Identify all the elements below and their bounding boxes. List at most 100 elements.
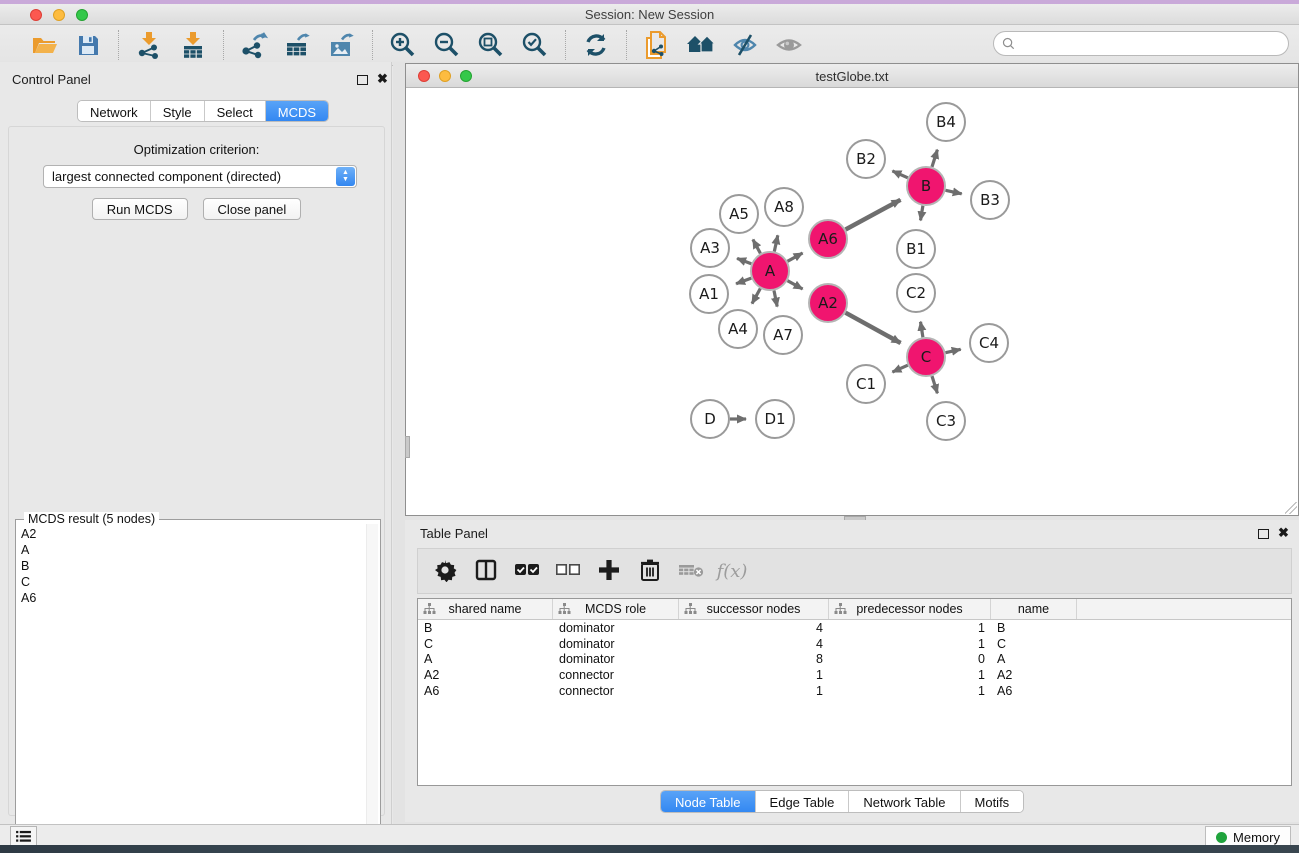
node-C1[interactable]: C1: [847, 365, 885, 403]
edge-B-B1[interactable]: [921, 206, 923, 221]
mcds-result-item[interactable]: A2: [19, 526, 364, 542]
export-table-button[interactable]: [280, 29, 316, 61]
node-D1[interactable]: D1: [756, 400, 794, 438]
hide-labels-button[interactable]: [727, 29, 763, 61]
tab-style[interactable]: Style: [151, 101, 205, 121]
mcds-result-item[interactable]: B: [19, 558, 364, 574]
network-canvas[interactable]: A5A8A6A3AA1A2A4A7B4B2BB3B1C2C4CC1C3DD1: [406, 89, 1298, 515]
node-B2[interactable]: B2: [847, 140, 885, 178]
edge-A2-C[interactable]: [846, 313, 901, 343]
tab-network[interactable]: Network: [78, 101, 151, 121]
function-builder-button[interactable]: f(x): [715, 554, 749, 588]
node-A[interactable]: A: [751, 252, 789, 290]
column-header-MCDS-role[interactable]: MCDS role: [553, 599, 679, 619]
edge-A-A8[interactable]: [774, 235, 778, 251]
run-mcds-button[interactable]: Run MCDS: [92, 198, 188, 220]
save-session-button[interactable]: [70, 29, 106, 61]
edge-A-A5[interactable]: [753, 240, 761, 254]
add-column-button[interactable]: [592, 554, 626, 588]
tab-motifs[interactable]: Motifs: [961, 791, 1024, 812]
search-input[interactable]: [1020, 36, 1288, 51]
select-all-button[interactable]: [510, 554, 544, 588]
delete-table-button[interactable]: [674, 554, 708, 588]
node-C[interactable]: C: [907, 338, 945, 376]
edge-A-A3[interactable]: [737, 258, 751, 263]
mcds-result-item[interactable]: C: [19, 574, 364, 590]
column-header-predecessor-nodes[interactable]: predecessor nodes: [829, 599, 991, 619]
deselect-all-button[interactable]: [551, 554, 585, 588]
edge-C-C1[interactable]: [892, 365, 907, 372]
control-panel-close-icon[interactable]: ✖: [377, 71, 388, 87]
table-panel-float-icon[interactable]: [1258, 529, 1269, 539]
node-B1[interactable]: B1: [897, 230, 935, 268]
show-graphics-button[interactable]: [771, 29, 807, 61]
edge-C-C2[interactable]: [921, 322, 923, 338]
refresh-button[interactable]: [578, 29, 614, 61]
node-A4[interactable]: A4: [719, 310, 757, 348]
divider-handle-vertical[interactable]: [405, 436, 410, 458]
node-A8[interactable]: A8: [765, 188, 803, 226]
task-history-button[interactable]: [10, 826, 37, 847]
node-A5[interactable]: A5: [720, 195, 758, 233]
gear-button[interactable]: [428, 554, 462, 588]
tab-mcds[interactable]: MCDS: [266, 101, 328, 121]
mcds-result-item[interactable]: A: [19, 542, 364, 558]
zoom-in-button[interactable]: [385, 29, 421, 61]
edge-C-C3[interactable]: [932, 376, 937, 393]
close-panel-button[interactable]: Close panel: [203, 198, 302, 220]
node-A6[interactable]: A6: [809, 220, 847, 258]
column-header-successor-nodes[interactable]: successor nodes: [679, 599, 829, 619]
node-A3[interactable]: A3: [691, 229, 729, 267]
edge-A-A1[interactable]: [736, 278, 751, 284]
tab-edge-table[interactable]: Edge Table: [756, 791, 850, 812]
node-B[interactable]: B: [907, 167, 945, 205]
edge-A-A2[interactable]: [788, 281, 803, 289]
edge-C-C4[interactable]: [946, 349, 961, 352]
edge-A-A6[interactable]: [788, 253, 803, 261]
tab-select[interactable]: Select: [205, 101, 266, 121]
node-A7[interactable]: A7: [764, 316, 802, 354]
node-D[interactable]: D: [691, 400, 729, 438]
open-file-button[interactable]: [26, 29, 62, 61]
import-table-button[interactable]: [175, 29, 211, 61]
export-network-button[interactable]: [236, 29, 272, 61]
table-row[interactable]: A2connector11A2: [418, 667, 1291, 683]
node-C2[interactable]: C2: [897, 274, 935, 312]
home-button[interactable]: [683, 29, 719, 61]
node-B4[interactable]: B4: [927, 103, 965, 141]
zoom-fit-button[interactable]: [473, 29, 509, 61]
node-C4[interactable]: C4: [970, 324, 1008, 362]
control-panel-float-icon[interactable]: [357, 75, 368, 85]
delete-column-button[interactable]: [633, 554, 667, 588]
table-row[interactable]: Adominator80A: [418, 652, 1291, 668]
edge-B-B3[interactable]: [946, 190, 962, 194]
mcds-result-item[interactable]: A6: [19, 590, 364, 606]
edge-B-B2[interactable]: [892, 171, 907, 178]
table-row[interactable]: Cdominator41C: [418, 636, 1291, 652]
new-session-button[interactable]: [639, 29, 675, 61]
mcds-result-list[interactable]: A2ABCA6: [19, 526, 364, 852]
split-columns-button[interactable]: [469, 554, 503, 588]
edge-A-A4[interactable]: [752, 289, 760, 304]
result-scrollbar[interactable]: [366, 524, 378, 852]
column-header-name[interactable]: name: [991, 599, 1077, 619]
export-image-button[interactable]: [324, 29, 360, 61]
table-row[interactable]: A6connector11A6: [418, 683, 1291, 699]
column-header-shared-name[interactable]: shared name: [418, 599, 553, 619]
import-network-button[interactable]: [131, 29, 167, 61]
search-box[interactable]: [993, 31, 1289, 56]
zoom-selected-button[interactable]: [517, 29, 553, 61]
tab-node-table[interactable]: Node Table: [661, 791, 756, 812]
node-C3[interactable]: C3: [927, 402, 965, 440]
tab-network-table[interactable]: Network Table: [849, 791, 960, 812]
edge-A-A7[interactable]: [774, 291, 777, 307]
table-panel-close-icon[interactable]: ✖: [1278, 525, 1289, 541]
table-row[interactable]: Bdominator41B: [418, 620, 1291, 636]
node-B3[interactable]: B3: [971, 181, 1009, 219]
resize-grip[interactable]: [1285, 502, 1297, 514]
edge-A6-B[interactable]: [846, 200, 901, 230]
edge-B-B4[interactable]: [932, 150, 937, 167]
zoom-out-button[interactable]: [429, 29, 465, 61]
node-A2[interactable]: A2: [809, 284, 847, 322]
optimization-criterion-dropdown[interactable]: largest connected component (directed) ▲…: [43, 165, 357, 188]
